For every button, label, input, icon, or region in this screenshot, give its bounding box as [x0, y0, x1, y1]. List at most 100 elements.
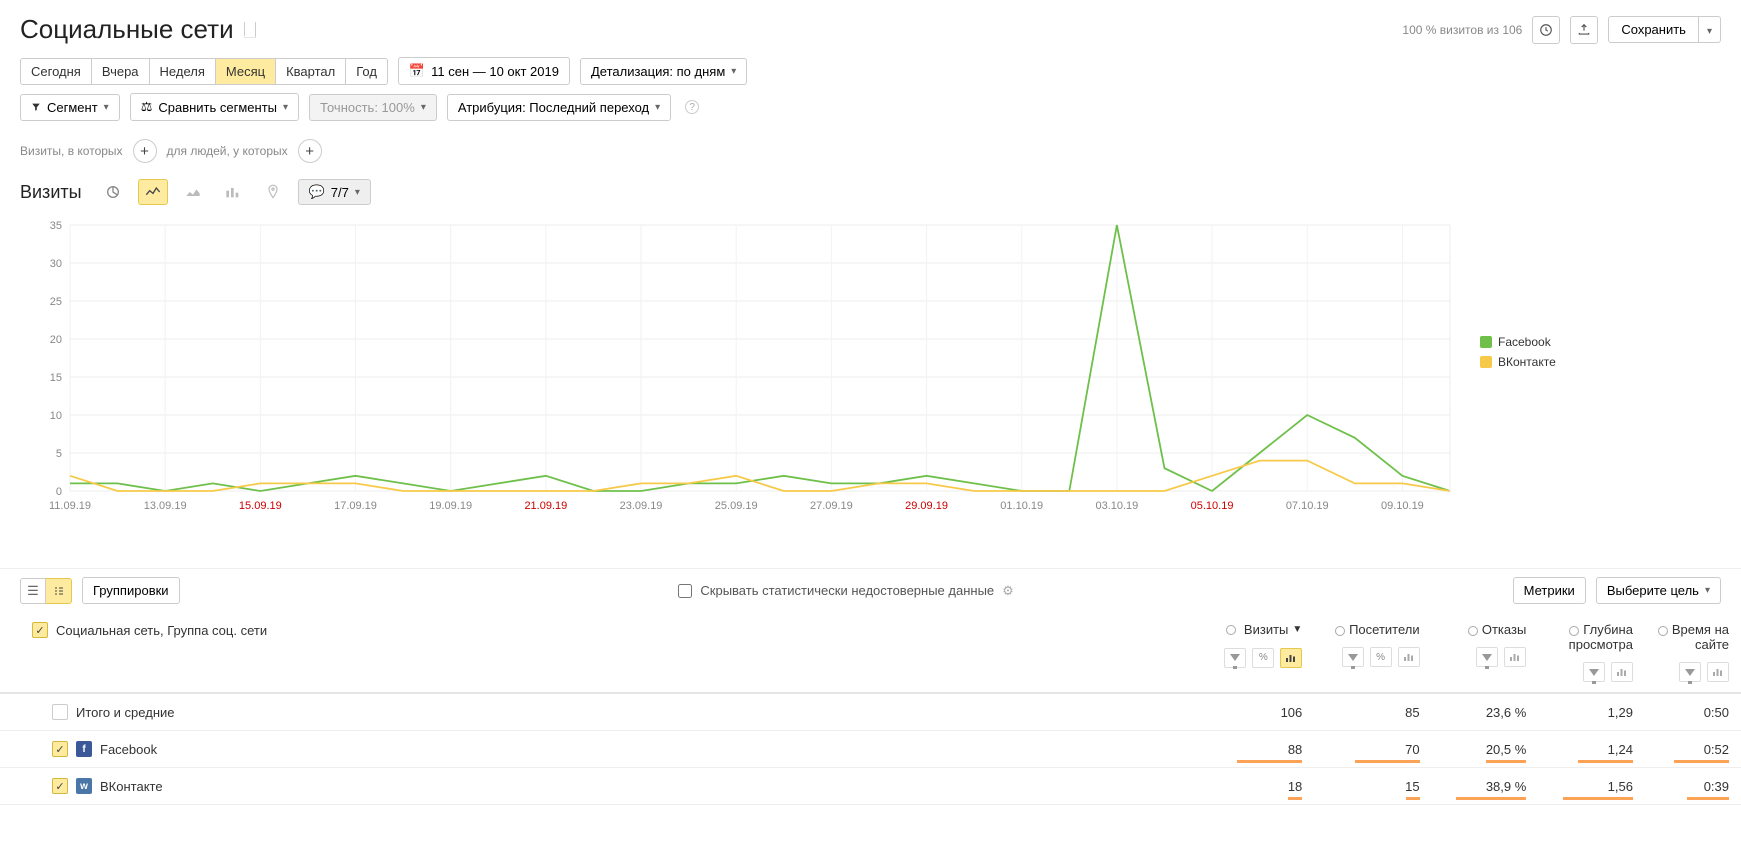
history-icon[interactable] — [1532, 16, 1560, 44]
svg-text:09.10.19: 09.10.19 — [1381, 500, 1424, 512]
data-table: ✓ Социальная сеть, Группа соц. сети Визи… — [0, 612, 1741, 805]
filter-icon[interactable] — [1476, 647, 1498, 667]
svg-text:11.09.19: 11.09.19 — [49, 500, 91, 512]
cell-visitors: 15 — [1405, 779, 1419, 794]
bar-view-icon[interactable] — [218, 179, 248, 205]
page-header: Социальные сети 100 % визитов из 106 Сох… — [0, 0, 1741, 53]
accuracy-label: Точность: 100% — [320, 100, 415, 115]
vk-icon: w — [76, 778, 92, 794]
export-icon[interactable] — [1570, 16, 1598, 44]
metrics-button[interactable]: Метрики — [1513, 577, 1586, 604]
svg-text:15.09.19: 15.09.19 — [239, 500, 282, 512]
legend-label: Facebook — [1498, 335, 1551, 349]
legend-facebook[interactable]: Facebook — [1480, 335, 1721, 349]
svg-text:35: 35 — [50, 220, 62, 232]
segment-button[interactable]: Сегмент ▾ — [20, 94, 120, 121]
hide-unreliable-label: Скрывать статистически недостоверные дан… — [700, 583, 994, 598]
detail-label: Детализация: по дням — [591, 64, 725, 79]
metric-row: Визиты 💬 7/7 ▾ — [0, 169, 1741, 211]
choose-goal-label: Выберите цель — [1607, 583, 1699, 598]
facebook-icon: f — [76, 741, 92, 757]
col-visitors[interactable]: Посетители — [1349, 622, 1420, 637]
accuracy-button[interactable]: Точность: 100% ▾ — [309, 94, 437, 121]
bars-icon[interactable] — [1280, 648, 1302, 668]
cell-visitors: 85 — [1314, 693, 1431, 731]
bookmark-icon[interactable] — [244, 22, 256, 38]
map-view-icon[interactable] — [258, 179, 288, 205]
date-range-button[interactable]: 📅 11 сен — 10 окт 2019 — [398, 57, 570, 85]
percent-icon[interactable]: % — [1370, 647, 1392, 667]
cell-visits: 18 — [1288, 779, 1302, 794]
period-today[interactable]: Сегодня — [20, 58, 92, 85]
period-toolbar: Сегодня Вчера Неделя Месяц Квартал Год 📅… — [0, 53, 1741, 89]
row-checkbox[interactable]: ✓ — [52, 741, 68, 757]
choose-goal-button[interactable]: Выберите цель ▾ — [1596, 577, 1721, 604]
dimension-header: Социальная сеть, Группа соц. сети — [56, 623, 267, 638]
series-count-button[interactable]: 💬 7/7 ▾ — [298, 179, 371, 205]
bars-icon[interactable] — [1611, 662, 1633, 682]
chart: 0510152025303511.09.1913.09.1915.09.1917… — [20, 215, 1460, 518]
detail-button[interactable]: Детализация: по дням ▾ — [580, 58, 747, 85]
cell-depth: 1,29 — [1538, 693, 1645, 731]
area-view-icon[interactable] — [178, 179, 208, 205]
filter-icon[interactable] — [1679, 662, 1701, 682]
save-dropdown[interactable]: ▾ — [1699, 16, 1721, 43]
row-checkbox[interactable]: ✓ — [52, 778, 68, 794]
bars-icon[interactable] — [1707, 662, 1729, 682]
table-row-total: Итого и средние 106 85 23,6 % 1,29 0:50 — [0, 693, 1741, 731]
list-view-icon[interactable]: ☰ — [20, 578, 46, 604]
legend-swatch — [1480, 356, 1492, 368]
tree-view-icon[interactable] — [46, 578, 72, 604]
period-week[interactable]: Неделя — [150, 58, 216, 85]
svg-text:17.09.19: 17.09.19 — [334, 500, 377, 512]
legend-vkontakte[interactable]: ВКонтакте — [1480, 355, 1721, 369]
filter-people-label: для людей, у которых — [167, 144, 288, 158]
bars-icon[interactable] — [1398, 647, 1420, 667]
col-depth[interactable]: Глубина просмотра — [1569, 622, 1633, 652]
filter-row: Визиты, в которых + для людей, у которых… — [0, 125, 1741, 169]
legend-label: ВКонтакте — [1498, 355, 1556, 369]
compare-segments-button[interactable]: ⚖ Сравнить сегменты ▾ — [130, 93, 299, 121]
col-time[interactable]: Время на сайте — [1672, 622, 1729, 652]
svg-text:19.09.19: 19.09.19 — [429, 500, 472, 512]
period-quarter[interactable]: Квартал — [276, 58, 346, 85]
svg-text:25: 25 — [50, 296, 62, 308]
row-checkbox[interactable] — [52, 704, 68, 720]
cell-bounces: 38,9 % — [1486, 779, 1526, 794]
filter-icon — [31, 100, 41, 115]
percent-icon[interactable]: % — [1252, 648, 1274, 668]
filter-icon[interactable] — [1342, 647, 1364, 667]
period-yesterday[interactable]: Вчера — [92, 58, 150, 85]
gear-icon[interactable]: ⚙ — [1002, 583, 1014, 599]
row-label: Facebook — [100, 742, 157, 757]
cell-bounces: 23,6 % — [1432, 693, 1539, 731]
attribution-label: Атрибуция: Последний переход — [458, 100, 649, 115]
period-month[interactable]: Месяц — [216, 58, 276, 85]
dimension-checkbox[interactable]: ✓ — [32, 622, 48, 638]
svg-text:01.10.19: 01.10.19 — [1000, 500, 1043, 512]
period-year[interactable]: Год — [346, 58, 388, 85]
cell-visits: 106 — [1205, 693, 1314, 731]
table-row-vkontakte[interactable]: ✓wВКонтакте 18 15 38,9 % 1,56 0:39 — [0, 768, 1741, 805]
filter-icon[interactable] — [1224, 648, 1246, 668]
add-visits-filter[interactable]: + — [133, 139, 157, 163]
filter-icon[interactable] — [1583, 662, 1605, 682]
legend-swatch — [1480, 336, 1492, 348]
col-visits[interactable]: Визиты — [1244, 622, 1288, 637]
hide-unreliable-checkbox[interactable] — [678, 584, 692, 598]
groupings-button[interactable]: Группировки — [82, 577, 180, 604]
cell-depth: 1,24 — [1608, 742, 1633, 757]
bars-icon[interactable] — [1504, 647, 1526, 667]
pie-view-icon[interactable] — [98, 179, 128, 205]
svg-text:5: 5 — [56, 448, 62, 460]
attribution-button[interactable]: Атрибуция: Последний переход ▾ — [447, 94, 671, 121]
table-row-facebook[interactable]: ✓fFacebook 88 70 20,5 % 1,24 0:52 — [0, 731, 1741, 768]
add-people-filter[interactable]: + — [298, 139, 322, 163]
col-bounces[interactable]: Отказы — [1482, 622, 1526, 637]
cell-time: 0:39 — [1704, 779, 1729, 794]
filter-visits-label: Визиты, в которых — [20, 144, 123, 158]
help-icon[interactable]: ? — [685, 100, 699, 114]
line-view-icon[interactable] — [138, 179, 168, 205]
save-button[interactable]: Сохранить — [1608, 16, 1699, 43]
compare-label: Сравнить сегменты — [158, 100, 277, 115]
